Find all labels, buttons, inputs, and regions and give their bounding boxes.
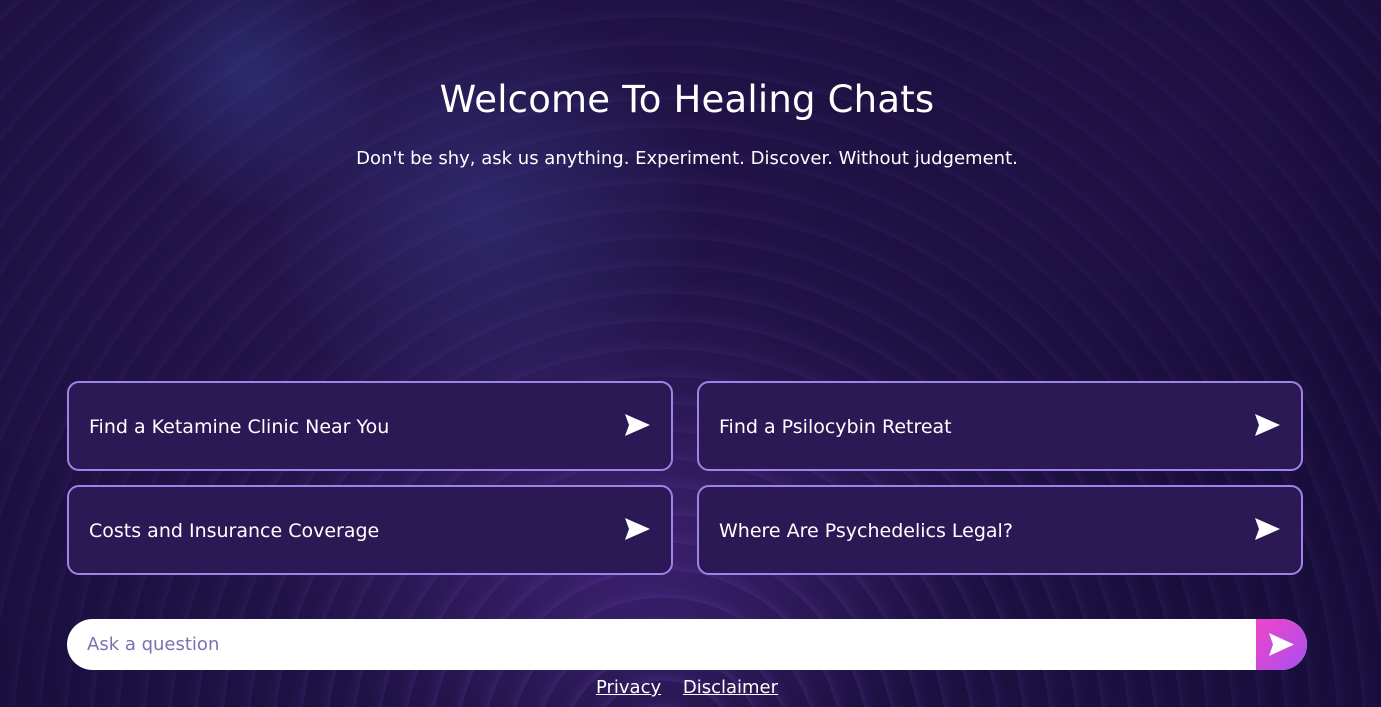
send-arrow-icon	[625, 518, 650, 540]
privacy-link[interactable]: Privacy	[596, 677, 661, 698]
page-title: Welcome To Healing Chats	[439, 78, 935, 121]
disclaimer-link[interactable]: Disclaimer	[683, 677, 778, 698]
suggestion-psychedelics-legal[interactable]: Where Are Psychedelics Legal?	[697, 485, 1303, 575]
suggestion-label: Find a Psilocybin Retreat	[719, 416, 952, 438]
suggestion-label: Costs and Insurance Coverage	[89, 520, 380, 542]
send-arrow-icon	[1255, 518, 1280, 540]
send-button[interactable]	[1256, 619, 1307, 670]
page-subtitle: Don't be shy, ask us anything. Experimen…	[356, 148, 1018, 169]
suggestion-costs-insurance[interactable]: Costs and Insurance Coverage	[67, 485, 673, 575]
suggestion-label: Find a Ketamine Clinic Near You	[89, 416, 390, 438]
footer: Privacy Disclaimer	[0, 677, 1374, 698]
page: Welcome To Healing Chats Don't be shy, a…	[0, 0, 1381, 707]
send-arrow-icon	[625, 414, 650, 436]
send-arrow-icon	[1269, 633, 1294, 656]
suggestion-label: Where Are Psychedelics Legal?	[719, 520, 1013, 542]
ask-question-bar	[67, 619, 1307, 670]
suggestion-psilocybin-retreat[interactable]: Find a Psilocybin Retreat	[697, 381, 1303, 471]
suggestion-ketamine-clinic[interactable]: Find a Ketamine Clinic Near You	[67, 381, 673, 471]
send-arrow-icon	[1255, 414, 1280, 436]
ask-question-input[interactable]	[67, 619, 1256, 670]
